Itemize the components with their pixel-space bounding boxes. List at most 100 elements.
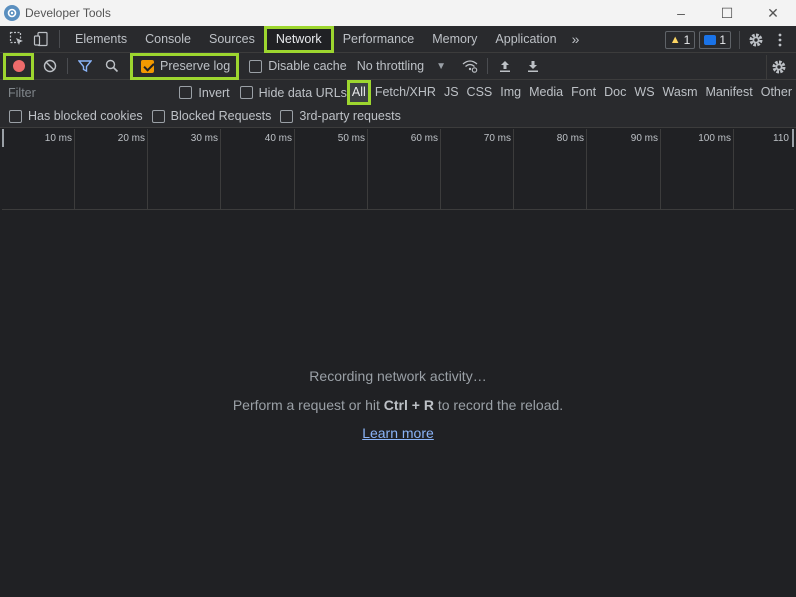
blocked-requests-toggle[interactable]: Blocked Requests xyxy=(151,109,271,123)
timeline-tick: 100 ms xyxy=(698,129,734,210)
more-options-button[interactable] xyxy=(768,28,792,52)
tab-console[interactable]: Console xyxy=(136,26,200,53)
device-toolbar-button[interactable] xyxy=(29,27,53,51)
kebab-menu-icon xyxy=(778,33,782,46)
third-party-requests-checkbox[interactable] xyxy=(280,109,294,123)
learn-more-link[interactable]: Learn more xyxy=(362,425,434,441)
network-toolbar: Preserve log Disable cache No throttling… xyxy=(0,52,796,80)
toolbar-divider xyxy=(67,58,68,74)
device-toggle-icon xyxy=(33,31,48,47)
filter-funnel-icon xyxy=(78,60,92,73)
filter-type-css[interactable]: CSS xyxy=(463,80,497,105)
timeline-tick: 40 ms xyxy=(265,129,295,210)
hint-text-before: Perform a request or hit xyxy=(232,397,384,413)
filter-type-img[interactable]: Img xyxy=(496,80,525,105)
tab-elements[interactable]: Elements xyxy=(66,26,136,53)
filter-type-doc[interactable]: Doc xyxy=(600,80,630,105)
overview-right-handle[interactable] xyxy=(792,129,794,147)
timeline-tick-label: 40 ms xyxy=(264,133,292,144)
invert-label: Invert xyxy=(198,85,230,100)
devtools-app-icon xyxy=(4,5,20,21)
export-har-button[interactable] xyxy=(521,54,545,78)
disable-cache-toggle[interactable]: Disable cache xyxy=(249,59,347,73)
timeline-tick-label: 50 ms xyxy=(337,133,365,144)
maximize-icon: ☐ xyxy=(720,4,734,21)
filter-type-all[interactable]: All xyxy=(346,80,371,105)
filter-toggle-button[interactable] xyxy=(73,54,97,78)
third-party-requests-toggle[interactable]: 3rd-party requests xyxy=(280,109,401,123)
gear-icon xyxy=(749,33,763,46)
overview-left-handle[interactable] xyxy=(2,129,4,147)
inspect-element-icon xyxy=(9,31,23,45)
filter-type-manifest[interactable]: Manifest xyxy=(701,80,756,105)
invert-toggle[interactable]: Invert xyxy=(179,85,230,100)
record-button[interactable] xyxy=(3,52,34,80)
filter-type-ws[interactable]: WS xyxy=(630,80,658,105)
settings-button[interactable] xyxy=(744,28,768,52)
timeline-tick-label: 60 ms xyxy=(410,133,438,144)
clear-button[interactable] xyxy=(38,54,62,78)
wifi-settings-icon xyxy=(462,60,478,73)
messages-count: 1 xyxy=(719,32,726,47)
filter-type-wasm[interactable]: Wasm xyxy=(659,80,702,105)
filter-type-js[interactable]: JS xyxy=(440,80,463,105)
filter-type-fetch-xhr[interactable]: Fetch/XHR xyxy=(371,80,440,105)
has-blocked-cookies-toggle[interactable]: Has blocked cookies xyxy=(9,109,143,123)
blocked-requests-checkbox[interactable] xyxy=(151,109,165,123)
tab-sources[interactable]: Sources xyxy=(200,26,264,53)
network-conditions-button[interactable] xyxy=(458,54,482,78)
has-blocked-cookies-checkbox[interactable] xyxy=(9,109,22,123)
maximize-button[interactable]: ☐ xyxy=(704,0,750,26)
filter-type-media[interactable]: Media xyxy=(525,80,567,105)
timeline-tick: 30 ms xyxy=(191,129,221,210)
network-settings-button[interactable] xyxy=(766,55,790,79)
throttling-select[interactable]: No throttling ▼ xyxy=(357,59,446,73)
filter-input[interactable] xyxy=(3,81,170,104)
more-tabs-chevron-icon[interactable]: » xyxy=(566,31,586,47)
clear-icon xyxy=(43,59,57,73)
download-icon xyxy=(528,61,539,72)
minimize-button[interactable]: – xyxy=(658,0,704,26)
timeline-overview[interactable]: 10 ms 20 ms 30 ms 40 ms 50 ms 60 ms 70 m… xyxy=(2,129,794,210)
tab-performance[interactable]: Performance xyxy=(334,26,424,53)
close-button[interactable]: ✕ xyxy=(750,0,796,26)
search-button[interactable] xyxy=(100,54,124,78)
minimize-icon: – xyxy=(677,5,685,21)
timeline-tick: 10 ms xyxy=(45,129,75,210)
invert-checkbox[interactable] xyxy=(179,86,193,99)
inspect-element-button[interactable] xyxy=(5,27,29,51)
tab-application[interactable]: Application xyxy=(486,26,565,53)
close-icon: ✕ xyxy=(767,4,779,21)
upload-icon xyxy=(500,61,511,72)
timeline-tick: 90 ms xyxy=(631,129,661,210)
filter-type-font[interactable]: Font xyxy=(567,80,600,105)
chevron-down-icon: ▼ xyxy=(436,60,447,72)
hide-data-urls-label: Hide data URLs xyxy=(258,85,347,100)
network-request-list: Recording network activity… Perform a re… xyxy=(2,210,794,597)
devtools-tabbar: Elements Console Sources Network Perform… xyxy=(0,25,796,53)
preserve-log-checkbox[interactable] xyxy=(141,59,154,73)
reload-shortcut: Ctrl + R xyxy=(383,397,434,413)
messages-badge[interactable]: 1 xyxy=(699,30,731,49)
timeline-tick: 20 ms xyxy=(118,129,148,210)
message-icon xyxy=(704,34,717,45)
import-har-button[interactable] xyxy=(493,54,517,78)
preserve-log-toggle[interactable]: Preserve log xyxy=(130,52,240,80)
filter-bar: Invert Hide data URLs All Fetch/XHR JS C… xyxy=(0,80,796,105)
record-icon xyxy=(12,60,25,72)
has-blocked-cookies-label: Has blocked cookies xyxy=(28,109,143,123)
tab-memory[interactable]: Memory xyxy=(423,26,486,53)
disable-cache-checkbox[interactable] xyxy=(249,59,263,73)
third-party-requests-label: 3rd-party requests xyxy=(299,109,401,123)
timeline-tick-label: 100 ms xyxy=(698,133,731,144)
hide-data-urls-checkbox[interactable] xyxy=(239,86,253,99)
filter-type-other[interactable]: Other xyxy=(757,80,796,105)
empty-state-recording-text: Recording network activity… xyxy=(309,368,487,384)
tab-network[interactable]: Network xyxy=(263,25,334,53)
window-titlebar: Developer Tools – ☐ ✕ xyxy=(0,0,796,26)
warnings-badge[interactable]: ▲ 1 xyxy=(664,30,696,49)
hide-data-urls-toggle[interactable]: Hide data URLs xyxy=(239,85,347,100)
timeline-tick: 70 ms xyxy=(484,129,514,210)
warnings-count: 1 xyxy=(683,32,691,47)
filter-bar-secondary: Has blocked cookies Blocked Requests 3rd… xyxy=(0,105,796,128)
